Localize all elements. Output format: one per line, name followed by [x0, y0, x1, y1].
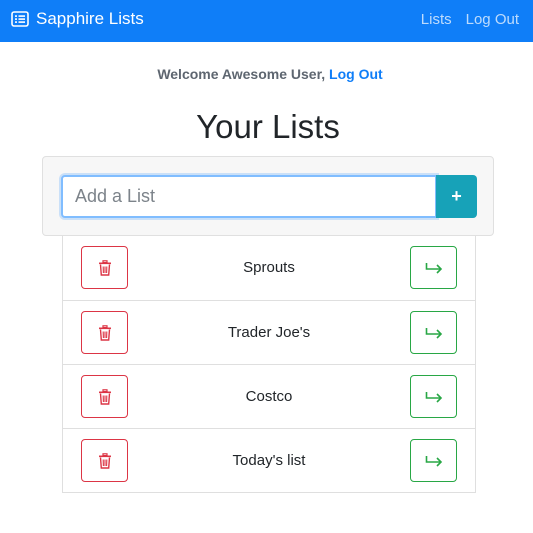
arrow-right-icon — [425, 327, 443, 339]
welcome-text: Welcome Awesome User, — [157, 66, 326, 82]
open-list-button[interactable] — [410, 246, 457, 289]
delete-list-button[interactable] — [81, 439, 128, 482]
open-list-button[interactable] — [410, 439, 457, 482]
list-name[interactable]: Costco — [138, 365, 400, 428]
nav-link-lists[interactable]: Lists — [421, 11, 452, 28]
nav-link-log-out[interactable]: Log Out — [466, 11, 519, 28]
list-item: Sprouts — [63, 236, 475, 300]
trash-icon — [98, 452, 112, 469]
arrow-right-icon — [425, 391, 443, 403]
navbar: Sapphire Lists Lists Log Out — [0, 0, 533, 42]
list-name[interactable]: Trader Joe's — [138, 301, 400, 364]
delete-list-button[interactable] — [81, 246, 128, 289]
arrow-right-icon — [425, 262, 443, 274]
list-item: Today's list — [63, 428, 475, 492]
open-list-button[interactable] — [410, 311, 457, 354]
delete-list-button[interactable] — [81, 375, 128, 418]
open-list-button[interactable] — [410, 375, 457, 418]
list-item: Trader Joe's — [63, 300, 475, 364]
page-title: Your Lists — [196, 108, 340, 145]
lists-container: Sprouts Trader Joe's Costco Today's list — [62, 236, 476, 493]
list-name[interactable]: Today's list — [138, 429, 400, 492]
arrow-right-icon — [425, 455, 443, 467]
delete-list-button[interactable] — [81, 311, 128, 354]
trash-icon — [98, 324, 112, 341]
list-alt-icon — [11, 10, 29, 28]
list-name[interactable]: Sprouts — [138, 236, 400, 299]
list-item: Costco — [63, 364, 475, 428]
brand-label: Sapphire Lists — [36, 9, 144, 28]
add-list-input[interactable] — [61, 175, 437, 218]
welcome-logout-link[interactable]: Log Out — [329, 66, 383, 82]
brand[interactable]: Sapphire Lists — [11, 0, 144, 38]
welcome-message: Welcome Awesome User, Log Out — [0, 66, 533, 82]
trash-icon — [98, 259, 112, 276]
trash-icon — [98, 388, 112, 405]
nav-links: Lists Log Out — [407, 0, 519, 38]
add-list-button[interactable]: + — [436, 175, 477, 218]
add-list-form: + — [42, 156, 494, 236]
